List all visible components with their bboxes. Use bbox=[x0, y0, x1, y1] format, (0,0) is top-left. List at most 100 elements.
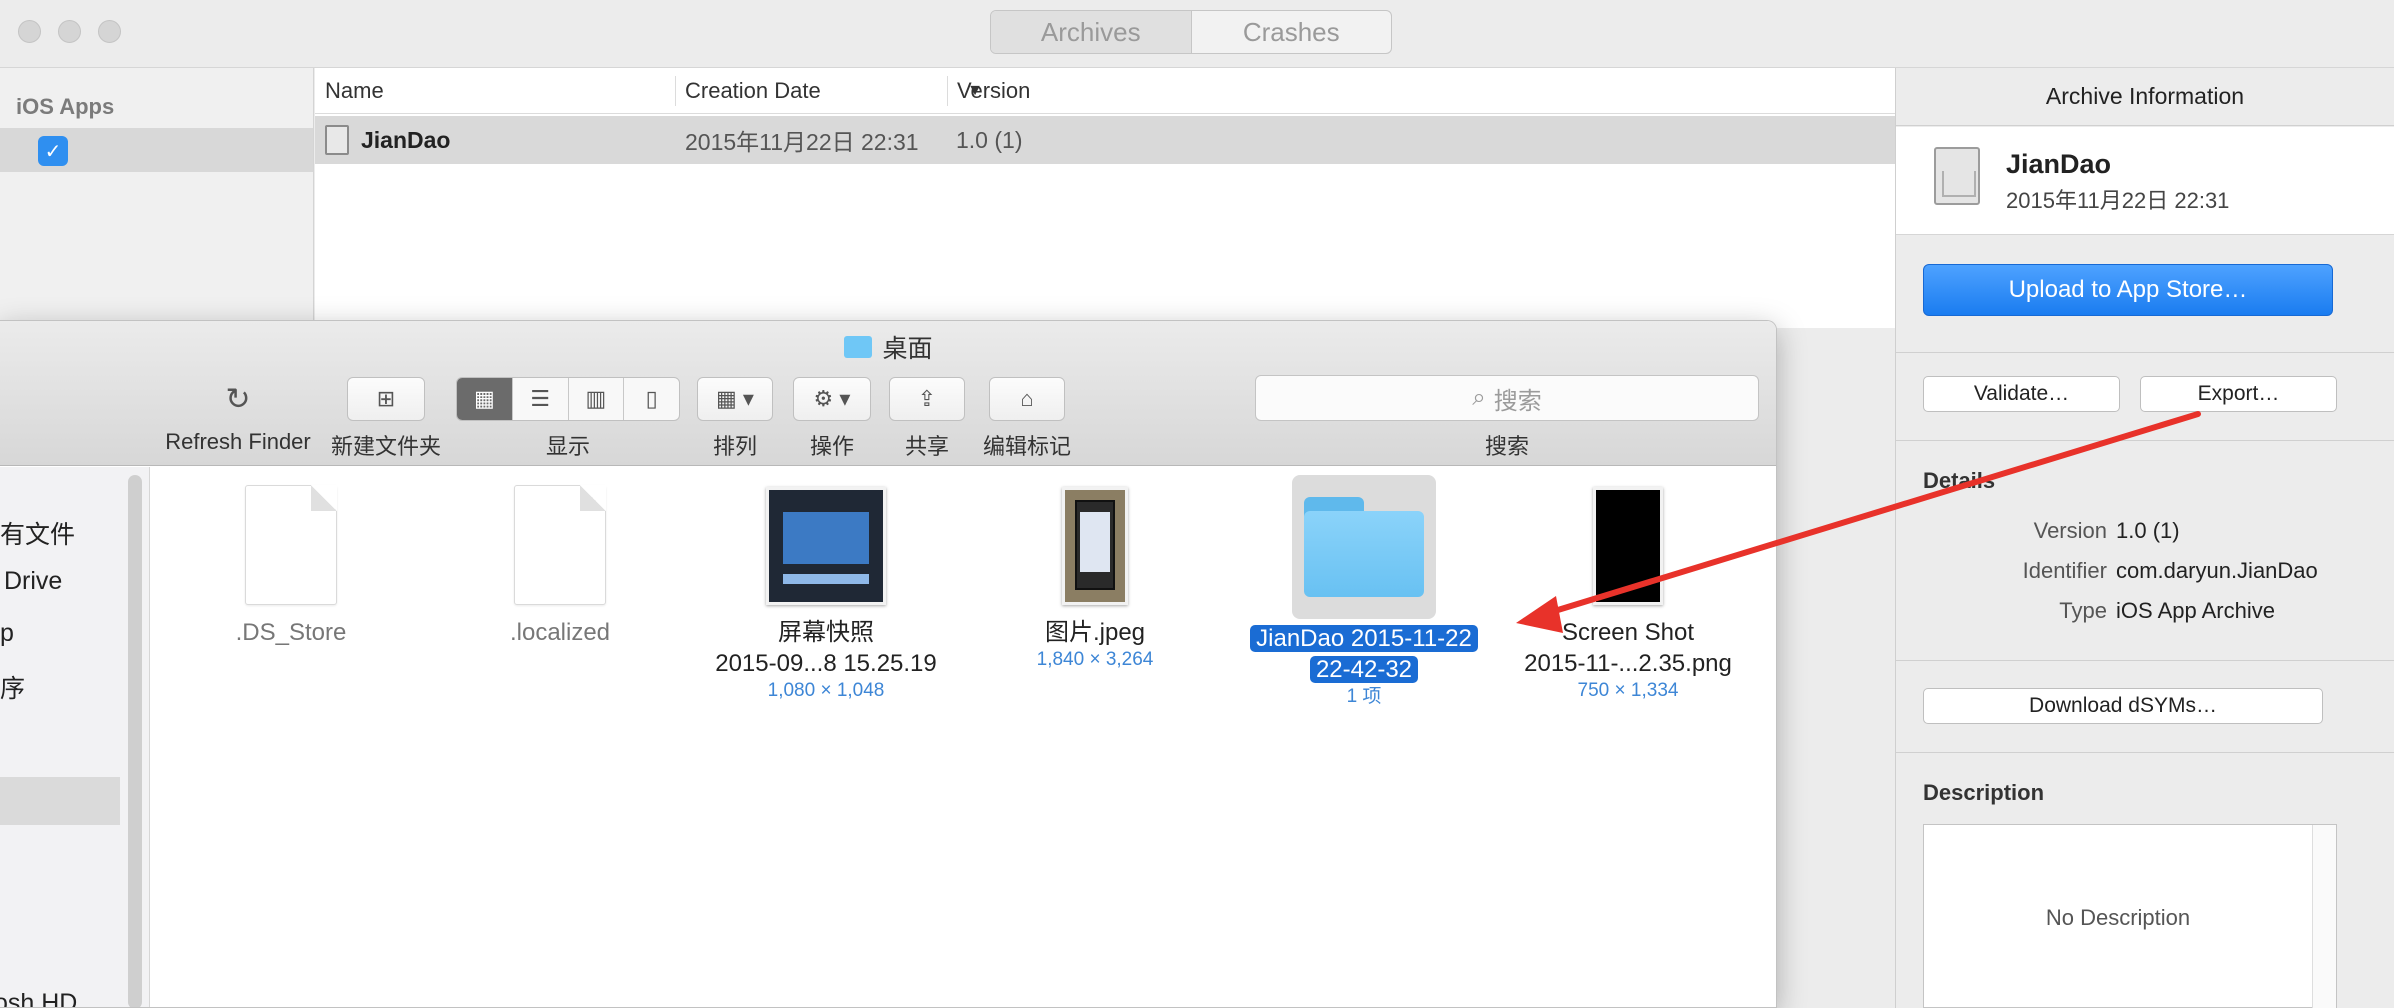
finder-title-text: 桌面 bbox=[882, 335, 933, 363]
refresh-finder-label: Refresh Finder bbox=[165, 429, 311, 454]
app-icon: ✓ bbox=[38, 136, 68, 166]
new-folder-label: 新建文件夹 bbox=[330, 434, 441, 459]
file-name-line-2: 2015-09...8 15.25.19 bbox=[715, 650, 937, 677]
download-dsyms-button[interactable]: Download dSYMs… bbox=[1923, 688, 2323, 724]
share-icon: ⇪ bbox=[917, 386, 937, 411]
new-folder-button[interactable]: ⊞ bbox=[347, 377, 425, 421]
organizer-title-bar: Archives Crashes bbox=[0, 0, 2394, 68]
file-name-line-1: Screen Shot bbox=[1561, 619, 1695, 646]
column-view-icon[interactable]: ▥ bbox=[569, 378, 625, 420]
close-window-button[interactable] bbox=[18, 20, 41, 43]
action-button[interactable]: ⚙ ▾ bbox=[793, 377, 871, 421]
organizer-tab-control: Archives Crashes bbox=[990, 10, 1392, 54]
cover-flow-icon[interactable]: ▯ bbox=[624, 378, 679, 420]
divider bbox=[1896, 440, 2394, 441]
share-button[interactable]: ⇪ bbox=[889, 377, 965, 421]
source-list-item-jiandao[interactable]: ✓ bbox=[0, 128, 313, 172]
edit-tags-label: 编辑标记 bbox=[982, 434, 1071, 459]
file-item-jiandao-folder[interactable]: JianDao 2015-11-22 22-42-32 1 项 bbox=[1234, 475, 1494, 709]
sidebar-selection bbox=[0, 777, 120, 825]
source-list-header: iOS Apps bbox=[16, 94, 115, 119]
finder-sidebar: 有文件 Drive p 序 osh HD bbox=[0, 467, 150, 1007]
new-folder-icon: ⊞ bbox=[376, 386, 396, 411]
file-item-ds-store[interactable]: .DS_Store bbox=[211, 485, 371, 648]
search-label: 搜索 bbox=[1484, 434, 1529, 459]
description-placeholder: No Description bbox=[2045, 905, 2191, 930]
finder-title: 桌面 bbox=[0, 329, 1776, 365]
view-label: 显示 bbox=[545, 434, 590, 459]
archive-name: JianDao bbox=[361, 126, 451, 153]
minimize-window-button[interactable] bbox=[58, 20, 81, 43]
detail-key: Type bbox=[2059, 598, 2107, 623]
document-icon bbox=[514, 485, 606, 605]
selected-name-highlight: 22-42-32 bbox=[1309, 656, 1419, 683]
edit-tags-button[interactable]: ⌂ bbox=[989, 377, 1065, 421]
file-dimensions: 1,840 × 3,264 bbox=[1036, 649, 1154, 670]
detail-value: com.daryun.JianDao bbox=[2116, 558, 2318, 583]
archive-icon bbox=[325, 125, 349, 155]
inspector-app-date: 2015年11月22日 22:31 bbox=[2006, 188, 2230, 213]
tab-crashes[interactable]: Crashes bbox=[1192, 11, 1392, 53]
sidebar-scrollbar[interactable] bbox=[128, 475, 142, 1007]
share-label: 共享 bbox=[904, 434, 949, 459]
inspector-app-name: JianDao bbox=[2006, 149, 2112, 179]
file-item-screen-shot-png[interactable]: Screen Shot 2015-11-...2.35.png 750 × 1,… bbox=[1508, 487, 1748, 703]
archive-date: 2015年11月22日 22:31 bbox=[685, 129, 919, 155]
detail-value: 1.0 (1) bbox=[2116, 518, 2180, 543]
file-item-photo-jpeg[interactable]: 图片.jpeg 1,840 × 3,264 bbox=[1015, 487, 1175, 672]
sidebar-item-all-files[interactable]: 有文件 bbox=[0, 515, 75, 551]
divider bbox=[1896, 352, 2394, 353]
zoom-window-button[interactable] bbox=[98, 20, 121, 43]
table-row[interactable]: JianDao 2015年11月22日 22:31 1.0 (1) bbox=[315, 116, 1895, 164]
icon-view-icon[interactable]: ▦ bbox=[457, 378, 513, 420]
arrange-label: 排列 bbox=[712, 434, 757, 459]
column-version[interactable]: Version bbox=[947, 68, 1247, 114]
document-icon bbox=[245, 485, 337, 605]
tag-icon: ⌂ bbox=[1020, 386, 1034, 411]
file-name: .localized bbox=[509, 619, 611, 646]
sidebar-item-macintosh-hd[interactable]: osh HD bbox=[0, 989, 77, 1007]
description-field[interactable]: No Description bbox=[1923, 824, 2337, 1008]
sidebar-item-applications[interactable]: 序 bbox=[0, 669, 25, 705]
details-header: Details bbox=[1923, 468, 1996, 493]
detail-key: Identifier bbox=[2022, 558, 2107, 583]
gear-icon: ⚙ ▾ bbox=[813, 386, 851, 411]
image-thumbnail bbox=[1593, 487, 1663, 605]
upload-to-app-store-button[interactable]: Upload to App Store… bbox=[1923, 264, 2333, 316]
action-label: 操作 bbox=[809, 434, 854, 459]
divider bbox=[1896, 752, 2394, 753]
arrange-button[interactable]: ▦ ▾ bbox=[697, 377, 773, 421]
validate-button[interactable]: Validate… bbox=[1923, 376, 2120, 412]
folder-icon bbox=[844, 336, 873, 358]
file-item-localized[interactable]: .localized bbox=[480, 485, 640, 648]
file-name-line-2: 2015-11-...2.35.png bbox=[1524, 650, 1732, 677]
column-name[interactable]: Name bbox=[315, 68, 675, 114]
divider bbox=[1896, 660, 2394, 661]
file-name-line-2: 22-42-32 bbox=[1234, 654, 1494, 685]
inspector-archive-summary: JianDao 2015年11月22日 22:31 bbox=[1896, 127, 2394, 235]
detail-value: iOS App Archive bbox=[2116, 598, 2275, 623]
file-name: .DS_Store bbox=[235, 619, 347, 646]
sidebar-item-desktop[interactable]: p bbox=[0, 619, 14, 648]
archive-icon bbox=[1934, 147, 1980, 205]
search-placeholder: 搜索 bbox=[1493, 387, 1542, 415]
list-view-icon[interactable]: ☰ bbox=[513, 378, 569, 420]
detail-key: Version bbox=[2033, 518, 2107, 543]
export-button[interactable]: Export… bbox=[2140, 376, 2337, 412]
view-mode-control: ▦ ☰ ▥ ▯ bbox=[456, 377, 680, 421]
search-input[interactable]: ⌕ 搜索 bbox=[1255, 375, 1759, 421]
selected-name-highlight: JianDao 2015-11-22 bbox=[1250, 625, 1478, 652]
file-name-line-1: 屏幕快照 bbox=[778, 619, 874, 646]
file-item-screenshot-cn[interactable]: 屏幕快照 2015-09...8 15.25.19 1,080 × 1,048 bbox=[706, 487, 946, 703]
refresh-icon[interactable]: ↻ bbox=[210, 377, 266, 421]
description-scrollbar[interactable] bbox=[2312, 825, 2336, 1008]
archive-inspector: Archive Information JianDao 2015年11月22日 … bbox=[1895, 68, 2394, 1008]
tab-archives[interactable]: Archives bbox=[991, 11, 1192, 53]
inspector-title: Archive Information bbox=[1896, 68, 2394, 126]
file-dimensions: 1,080 × 1,048 bbox=[767, 680, 885, 701]
image-thumbnail bbox=[766, 487, 886, 605]
sidebar-item-drive[interactable]: Drive bbox=[4, 567, 62, 596]
file-name-line-1: JianDao 2015-11-22 bbox=[1234, 623, 1494, 654]
search-icon: ⌕ bbox=[1472, 384, 1486, 411]
archive-name-cell: JianDao bbox=[325, 116, 450, 164]
